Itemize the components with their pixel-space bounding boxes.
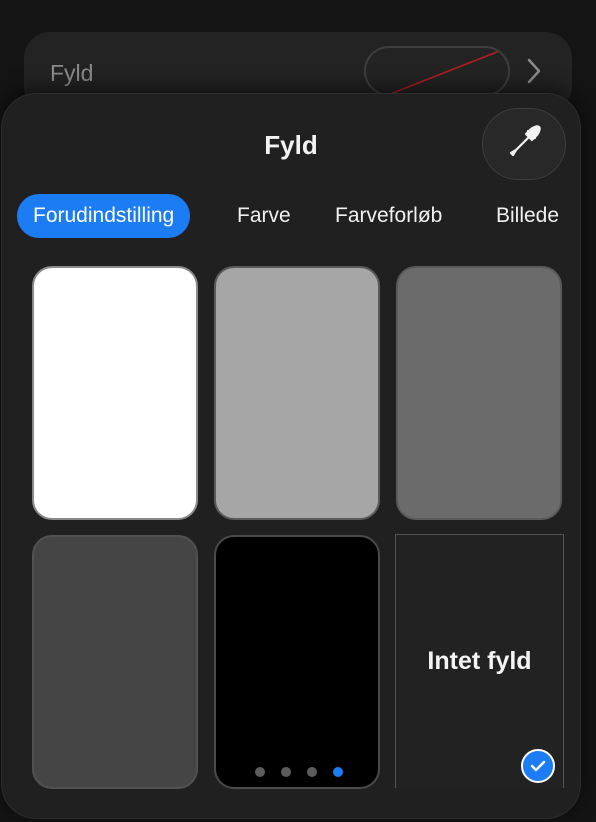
page-dot xyxy=(255,767,265,777)
tab-forudindstilling[interactable]: Forudindstilling xyxy=(17,194,191,238)
tab-farveforlob[interactable]: Farveforløb xyxy=(335,194,442,238)
eyedropper-button[interactable] xyxy=(482,108,566,180)
fill-popover: Fyld Forudindstilling Farve Farveforløb … xyxy=(2,94,580,818)
tab-billede[interactable]: Billede xyxy=(496,194,559,238)
fill-preview-swatch xyxy=(364,46,510,96)
chevron-right-icon xyxy=(527,58,541,89)
preset-no-fill[interactable]: Intet fyld xyxy=(395,534,564,788)
page-dot xyxy=(307,767,317,777)
eyedropper-icon xyxy=(507,124,541,164)
tab-farve[interactable]: Farve xyxy=(237,194,291,238)
preset-swatch-mid-gray[interactable] xyxy=(396,266,562,520)
preset-swatch-dark-gray[interactable] xyxy=(32,535,198,789)
preset-swatch-light-gray[interactable] xyxy=(214,266,380,520)
checkmark-icon xyxy=(521,749,555,783)
fill-row-label: Fyld xyxy=(50,60,94,86)
preset-swatch-black[interactable] xyxy=(214,535,380,789)
page-dot-current xyxy=(333,767,343,777)
preset-swatch-white[interactable] xyxy=(32,266,198,520)
no-fill-label: Intet fyld xyxy=(427,647,532,675)
page-dot xyxy=(281,767,291,777)
